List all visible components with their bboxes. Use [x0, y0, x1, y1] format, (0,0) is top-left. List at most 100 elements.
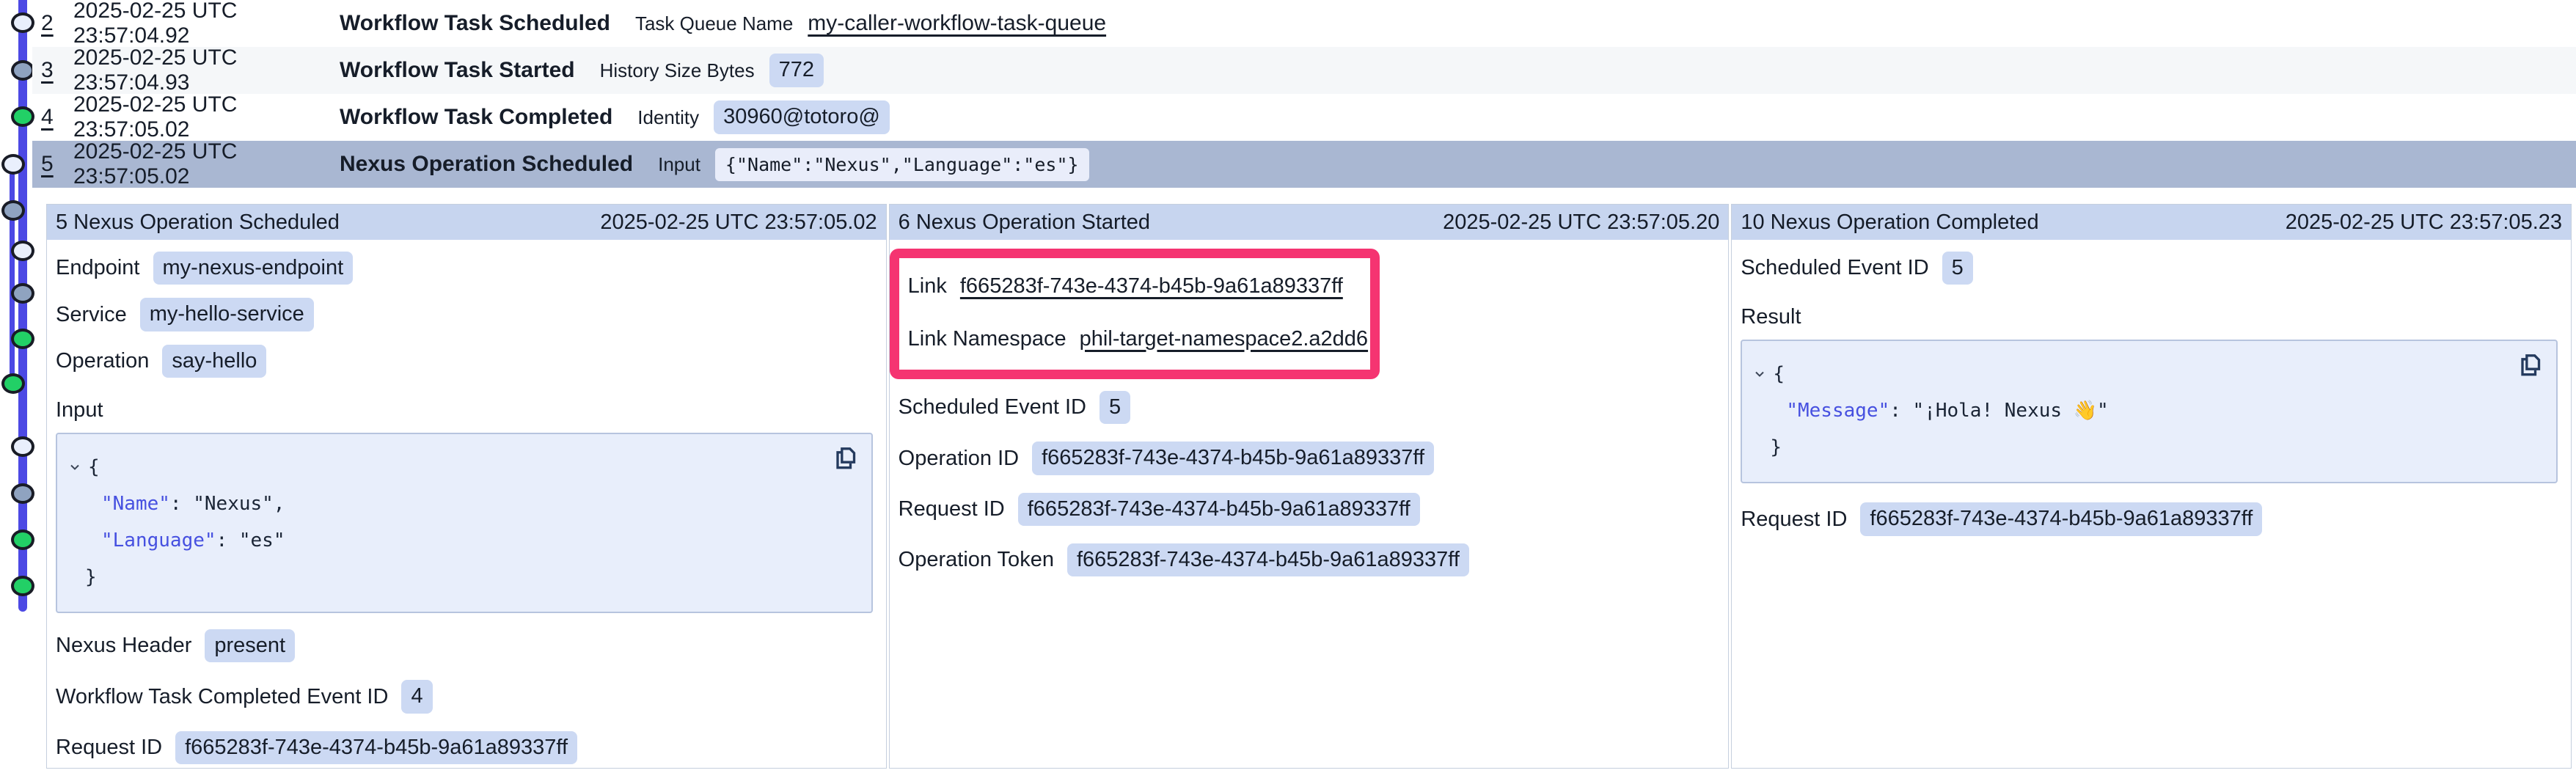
panel-header: 6 Nexus Operation Started 2025-02-25 UTC…: [890, 205, 1729, 240]
request-id-label: Request ID: [56, 736, 162, 760]
timeline-branch-line: [10, 164, 15, 386]
timeline-dot-event-14[interactable]: [11, 576, 34, 596]
timeline-dot-event-2[interactable]: [11, 12, 34, 33]
workflow-event-history-screen: 2 2025-02-25 UTC 23:57:04.92 Workflow Ta…: [0, 0, 2576, 773]
event-name: Workflow Task Scheduled: [340, 11, 610, 36]
event-id-link[interactable]: 3: [41, 58, 73, 83]
operation-id-label: Operation ID: [899, 447, 1019, 471]
copy-button[interactable]: [830, 444, 860, 474]
task-queue-link[interactable]: my-caller-workflow-task-queue: [808, 11, 1106, 36]
request-id-badge: f665283f-743e-4374-b45b-9a61a89337ff: [1860, 502, 2262, 535]
json-open-brace: {: [1773, 356, 1785, 392]
event-timestamp: 2025-02-25 UTC 23:57:04.92: [73, 0, 340, 48]
service-badge: my-hello-service: [140, 298, 314, 331]
timeline-dot-event-9[interactable]: [11, 329, 34, 349]
event-id-link[interactable]: 5: [41, 152, 73, 177]
copy-icon: [830, 444, 860, 474]
event-name: Nexus Operation Scheduled: [340, 152, 633, 177]
link-value-link[interactable]: f665283f-743e-4374-b45b-9a61a89337ff: [960, 274, 1343, 298]
timeline-dot-event-10[interactable]: [1, 373, 25, 394]
json-key: "Language": [101, 530, 216, 552]
json-value: : "es": [216, 530, 285, 552]
operation-badge: say-hello: [162, 345, 266, 378]
panel-header: 5 Nexus Operation Scheduled 2025-02-25 U…: [47, 205, 886, 240]
panel-nexus-operation-started: 6 Nexus Operation Started 2025-02-25 UTC…: [889, 204, 1730, 769]
panel-body: Endpoint my-nexus-endpoint Service my-he…: [47, 240, 886, 773]
event-timestamp: 2025-02-25 UTC 23:57:05.02: [73, 92, 340, 142]
service-label: Service: [56, 303, 127, 327]
event-attr-label: Task Queue Name: [635, 12, 793, 35]
link-highlight-box: Link f665283f-743e-4374-b45b-9a61a89337f…: [890, 249, 1380, 379]
event-timestamp: 2025-02-25 UTC 23:57:04.93: [73, 45, 340, 95]
link-label: Link: [908, 274, 947, 298]
panel-title: 5 Nexus Operation Scheduled: [56, 210, 340, 235]
scheduled-event-id-label: Scheduled Event ID: [899, 395, 1086, 420]
timeline-main-line: [18, 0, 27, 612]
json-line: "Name": "Nexus",: [67, 486, 857, 522]
event-attr-label: History Size Bytes: [600, 59, 755, 82]
scheduled-event-id-badge: 5: [1942, 252, 1973, 285]
timeline-dot-event-8[interactable]: [11, 283, 34, 304]
input-json-viewer: { "Name": "Nexus", "Language": "es" }: [56, 433, 873, 613]
identity-badge: 30960@totoro@: [714, 100, 890, 133]
link-namespace-link[interactable]: phil-target-namespace2.a2dd6: [1080, 327, 1368, 351]
request-id-badge: f665283f-743e-4374-b45b-9a61a89337ff: [175, 731, 577, 764]
event-detail-panels: 5 Nexus Operation Scheduled 2025-02-25 U…: [46, 204, 2572, 769]
event-id-link[interactable]: 4: [41, 105, 73, 130]
result-json-viewer: { "Message": "¡Hola! Nexus 👋" }: [1741, 340, 2558, 483]
json-key: "Message": [1786, 400, 1889, 422]
panel-nexus-operation-completed: 10 Nexus Operation Completed 2025-02-25 …: [1731, 204, 2572, 769]
operation-id-badge: f665283f-743e-4374-b45b-9a61a89337ff: [1032, 442, 1434, 475]
nexus-header-badge: present: [205, 629, 295, 662]
panel-title: 6 Nexus Operation Started: [899, 210, 1150, 235]
event-row-workflow-task-started[interactable]: 3 2025-02-25 UTC 23:57:04.93 Workflow Ta…: [32, 47, 2576, 94]
json-line: "Message": "¡Hola! Nexus 👋": [1752, 392, 2542, 429]
link-namespace-label: Link Namespace: [908, 327, 1066, 351]
panel-body: Scheduled Event ID 5 Result: [1732, 240, 2571, 768]
timeline-dot-event-4[interactable]: [11, 106, 34, 127]
timeline-dot-event-6[interactable]: [1, 200, 25, 221]
event-id-link[interactable]: 2: [41, 11, 73, 36]
history-size-badge: 772: [769, 54, 824, 87]
request-id-badge: f665283f-743e-4374-b45b-9a61a89337ff: [1018, 493, 1420, 526]
timeline-dot-event-12[interactable]: [11, 483, 34, 504]
chevron-down-icon[interactable]: [67, 460, 82, 475]
timeline-dot-event-5[interactable]: [1, 154, 25, 175]
result-label: Result: [1741, 305, 2561, 329]
event-name: Workflow Task Started: [340, 58, 575, 83]
panel-title: 10 Nexus Operation Completed: [1741, 210, 2038, 235]
operation-label: Operation: [56, 349, 149, 373]
json-value: : "Nexus",: [170, 493, 285, 515]
timeline-dot-event-11[interactable]: [11, 436, 34, 457]
copy-icon: [2515, 351, 2544, 381]
event-name: Workflow Task Completed: [340, 105, 612, 130]
event-attr-label: Identity: [637, 106, 699, 129]
operation-token-label: Operation Token: [899, 548, 1054, 572]
timeline-dot-event-13[interactable]: [11, 530, 34, 550]
event-row-nexus-operation-scheduled[interactable]: 5 2025-02-25 UTC 23:57:05.02 Nexus Opera…: [32, 141, 2576, 188]
json-value: : "¡Hola! Nexus 👋": [1889, 400, 2108, 422]
request-id-label: Request ID: [1741, 508, 1847, 532]
operation-token-badge: f665283f-743e-4374-b45b-9a61a89337ff: [1067, 543, 1469, 576]
json-line: "Language": "es": [67, 522, 857, 559]
event-row-workflow-task-scheduled[interactable]: 2 2025-02-25 UTC 23:57:04.92 Workflow Ta…: [32, 0, 2576, 47]
wtc-event-id-badge: 4: [401, 680, 432, 713]
event-row-workflow-task-completed[interactable]: 4 2025-02-25 UTC 23:57:05.02 Workflow Ta…: [32, 94, 2576, 141]
chevron-down-icon[interactable]: [1752, 367, 1767, 381]
timeline-dot-event-3[interactable]: [11, 60, 34, 81]
request-id-label: Request ID: [899, 497, 1005, 521]
endpoint-label: Endpoint: [56, 256, 140, 280]
panel-nexus-operation-scheduled: 5 Nexus Operation Scheduled 2025-02-25 U…: [46, 204, 887, 769]
copy-button[interactable]: [2515, 351, 2544, 381]
input-label: Input: [56, 398, 876, 422]
json-close-brace: }: [1752, 429, 2542, 466]
panel-timestamp: 2025-02-25 UTC 23:57:05.20: [1443, 210, 1719, 235]
scheduled-event-id-label: Scheduled Event ID: [1741, 256, 1928, 280]
panel-body: Link f665283f-743e-4374-b45b-9a61a89337f…: [890, 240, 1729, 768]
panel-header: 10 Nexus Operation Completed 2025-02-25 …: [1732, 205, 2571, 240]
input-json-badge: {"Name":"Nexus","Language":"es"}: [715, 148, 1089, 181]
json-key: "Name": [101, 493, 170, 515]
timeline-dot-event-7[interactable]: [11, 241, 34, 261]
nexus-header-label: Nexus Header: [56, 634, 191, 658]
event-history-rows: 2 2025-02-25 UTC 23:57:04.92 Workflow Ta…: [32, 0, 2576, 188]
